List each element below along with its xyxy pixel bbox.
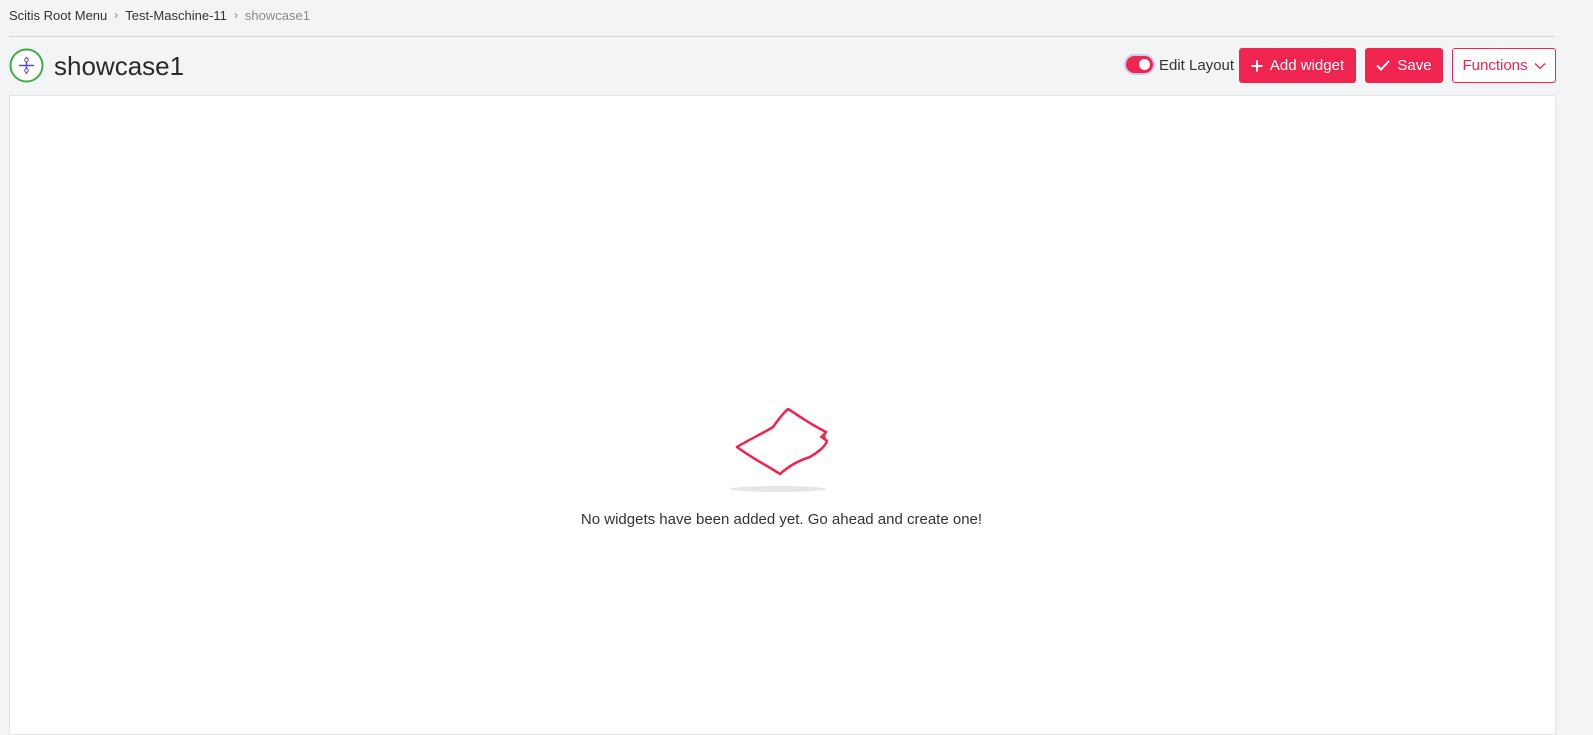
dashboard-icon (9, 48, 44, 83)
empty-paper-icon (728, 405, 833, 497)
chevron-down-icon (1534, 62, 1546, 70)
breadcrumb-current: showcase1 (244, 7, 310, 23)
breadcrumb-item-machine[interactable]: Test-Maschine-11 (125, 8, 227, 23)
empty-state-message: No widgets have been added yet. Go ahead… (580, 511, 983, 528)
functions-label: Functions (1462, 57, 1528, 74)
toggle-knob (1139, 59, 1150, 70)
check-icon (1376, 60, 1391, 71)
add-widget-label: Add widget (1269, 57, 1345, 74)
toggle-switch[interactable] (1126, 56, 1153, 73)
edit-layout-toggle[interactable] (1126, 56, 1153, 73)
functions-dropdown-button[interactable]: Functions (1452, 48, 1556, 83)
save-label: Save (1397, 57, 1432, 74)
plus-icon (1251, 60, 1263, 72)
page-title: showcase1 (54, 51, 185, 81)
breadcrumb: Scitis Root Menu › Test-Maschine-11 › sh… (9, 7, 310, 23)
add-widget-button[interactable]: Add widget (1239, 48, 1356, 83)
chevron-right-icon: › (233, 8, 238, 22)
save-button[interactable]: Save (1365, 48, 1443, 83)
edit-layout-label: Edit Layout (1159, 57, 1235, 74)
breadcrumb-item-root[interactable]: Scitis Root Menu (9, 8, 107, 23)
header-divider (9, 36, 1555, 37)
chevron-right-icon: › (114, 8, 119, 22)
